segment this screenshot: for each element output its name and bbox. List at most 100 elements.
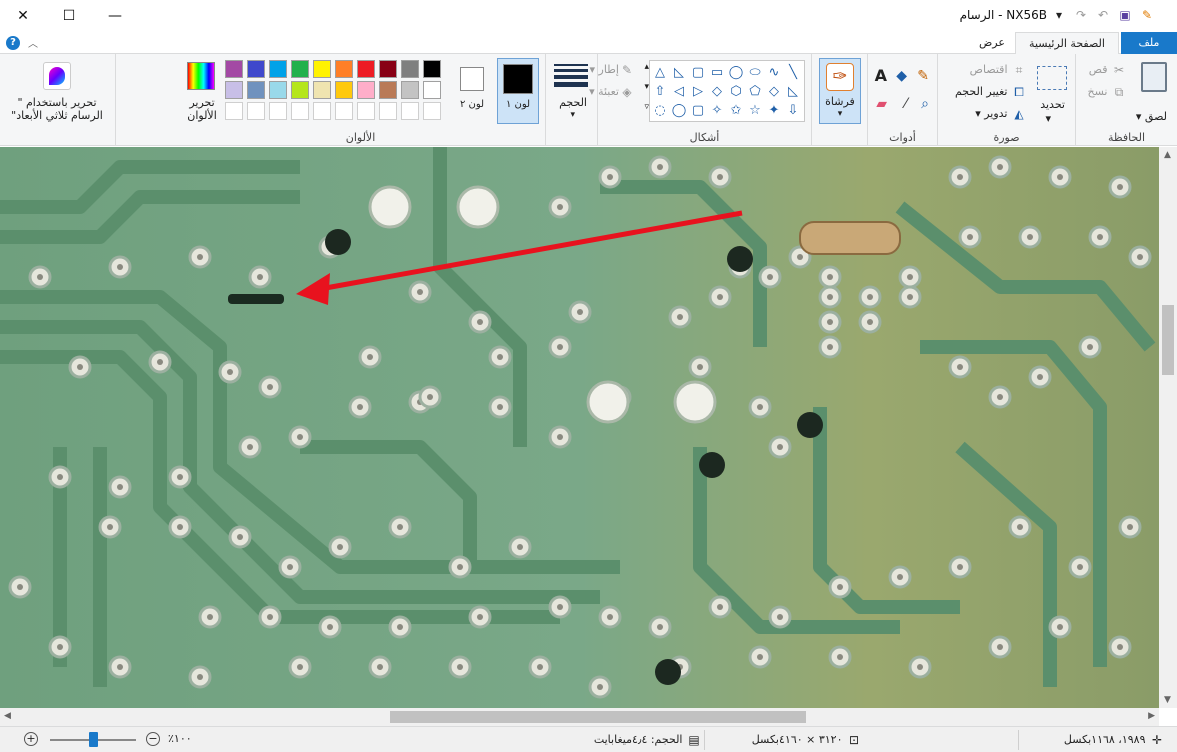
- palette-swatch[interactable]: [291, 60, 309, 78]
- shape-option[interactable]: ⬠: [746, 82, 764, 100]
- shapes-scroll-down-icon[interactable]: ▾: [644, 82, 649, 92]
- palette-swatch[interactable]: [225, 60, 243, 78]
- paste-button[interactable]: لصق ▾: [1136, 110, 1167, 123]
- cut-button[interactable]: ✂ قص: [1089, 62, 1127, 78]
- custom-color-slot[interactable]: [313, 102, 331, 120]
- palette-swatch[interactable]: [291, 81, 309, 99]
- vertical-scrollbar[interactable]: ▲ ▼: [1159, 147, 1177, 708]
- scroll-left-icon[interactable]: ◀: [4, 711, 11, 721]
- shape-option[interactable]: ◯: [727, 63, 745, 81]
- zoom-in-button[interactable]: +: [24, 732, 38, 746]
- palette-swatch[interactable]: [335, 81, 353, 99]
- palette-swatch[interactable]: [357, 60, 375, 78]
- custom-color-slot[interactable]: [357, 102, 375, 120]
- shape-option[interactable]: ◇: [765, 82, 783, 100]
- horizontal-scroll-thumb[interactable]: [390, 711, 806, 723]
- text-tool-icon[interactable]: A: [875, 66, 887, 85]
- custom-color-slot[interactable]: [401, 102, 419, 120]
- close-button[interactable]: ✕: [0, 0, 46, 32]
- rotate-button[interactable]: ◭ تدوير ▾: [975, 106, 1027, 122]
- magnifier-icon[interactable]: ⌕: [921, 96, 929, 112]
- scroll-up-icon[interactable]: ▲: [1164, 150, 1171, 160]
- brushes-button[interactable]: ✑ فرشاة ▾: [819, 58, 861, 124]
- select-dropdown-icon[interactable]: ▾: [1045, 112, 1051, 125]
- shape-option[interactable]: ◺: [784, 82, 802, 100]
- palette-swatch[interactable]: [423, 60, 441, 78]
- shapes-scroll-up-icon[interactable]: ▴: [644, 62, 649, 72]
- palette-swatch[interactable]: [247, 81, 265, 99]
- palette-swatch[interactable]: [269, 60, 287, 78]
- shape-option[interactable]: ⇧: [651, 82, 669, 100]
- shape-option[interactable]: ◺: [670, 63, 688, 81]
- paste-icon[interactable]: [1141, 62, 1167, 92]
- custom-color-slot[interactable]: [291, 102, 309, 120]
- palette-swatch[interactable]: [225, 81, 243, 99]
- copy-button[interactable]: ⧉ نسخ: [1088, 84, 1127, 100]
- shape-option[interactable]: ▷: [689, 82, 707, 100]
- edit-with-paint3d-button[interactable]: تحرير باستخدام " الرسام ثلاثي الأبعاد": [7, 60, 107, 136]
- color2-button[interactable]: لون ٢: [451, 58, 493, 124]
- vertical-scroll-thumb[interactable]: [1162, 305, 1174, 375]
- scroll-down-icon[interactable]: ▼: [1164, 695, 1171, 705]
- shape-option[interactable]: ◌: [651, 101, 669, 119]
- shape-option[interactable]: △: [651, 63, 669, 81]
- minimize-button[interactable]: —: [92, 0, 138, 32]
- shape-option[interactable]: ▢: [689, 101, 707, 119]
- palette-swatch[interactable]: [401, 60, 419, 78]
- shape-option[interactable]: ⬡: [727, 82, 745, 100]
- shape-option[interactable]: ☆: [746, 101, 764, 119]
- palette-swatch[interactable]: [379, 60, 397, 78]
- tab-view[interactable]: عرض: [969, 32, 1013, 54]
- select-icon[interactable]: [1037, 66, 1067, 90]
- undo-icon[interactable]: ↶: [1095, 7, 1111, 23]
- shape-option[interactable]: ◯: [670, 101, 688, 119]
- tab-file[interactable]: ملف: [1121, 32, 1177, 54]
- size-dropdown-icon[interactable]: ▾: [570, 110, 575, 120]
- shape-option[interactable]: ▭: [708, 63, 726, 81]
- shape-option[interactable]: ✩: [727, 101, 745, 119]
- zoom-out-button[interactable]: −: [146, 732, 160, 746]
- eraser-icon[interactable]: ▰: [876, 96, 887, 112]
- scroll-right-icon[interactable]: ▶: [1148, 711, 1155, 721]
- shape-option[interactable]: ◇: [708, 82, 726, 100]
- shapes-expand-icon[interactable]: ▿: [644, 102, 649, 112]
- help-icon[interactable]: ?: [6, 36, 20, 50]
- palette-swatch[interactable]: [401, 81, 419, 99]
- color-picker-icon[interactable]: ⁄: [905, 96, 907, 112]
- color1-button[interactable]: لون ١: [497, 58, 539, 124]
- redo-icon[interactable]: ↷: [1073, 7, 1089, 23]
- crop-button[interactable]: ⌗ اقتصاص: [970, 62, 1027, 78]
- custom-color-slot[interactable]: [335, 102, 353, 120]
- edit-colors-button[interactable]: تحرير الألوان: [183, 62, 221, 128]
- shape-option[interactable]: ✧: [708, 101, 726, 119]
- pencil-icon[interactable]: ✎: [917, 68, 929, 84]
- size-lines-icon[interactable]: [554, 64, 588, 90]
- save-icon[interactable]: ▣: [1117, 7, 1133, 23]
- palette-swatch[interactable]: [357, 81, 375, 99]
- drawing-canvas[interactable]: [0, 147, 1159, 708]
- custom-color-slot[interactable]: [225, 102, 243, 120]
- custom-color-slot[interactable]: [379, 102, 397, 120]
- fill-bucket-icon[interactable]: ◆: [896, 68, 907, 84]
- collapse-ribbon-icon[interactable]: ︿: [28, 35, 38, 50]
- palette-swatch[interactable]: [247, 60, 265, 78]
- shape-option[interactable]: ∿: [765, 63, 783, 81]
- shape-option[interactable]: ✦: [765, 101, 783, 119]
- horizontal-scrollbar[interactable]: ◀ ▶: [0, 708, 1159, 726]
- palette-swatch[interactable]: [313, 81, 331, 99]
- shape-option[interactable]: ╲: [784, 63, 802, 81]
- shape-option[interactable]: ◁: [670, 82, 688, 100]
- shape-option[interactable]: ⬭: [746, 63, 764, 81]
- palette-swatch[interactable]: [313, 60, 331, 78]
- qat-customize-icon[interactable]: ▾: [1051, 7, 1067, 23]
- custom-color-slot[interactable]: [269, 102, 287, 120]
- maximize-button[interactable]: ☐: [46, 0, 92, 32]
- palette-swatch[interactable]: [269, 81, 287, 99]
- palette-swatch[interactable]: [379, 81, 397, 99]
- shape-option[interactable]: ▢: [689, 63, 707, 81]
- select-button[interactable]: تحديد: [1040, 98, 1065, 111]
- palette-swatch[interactable]: [335, 60, 353, 78]
- tab-home[interactable]: الصفحة الرئيسية: [1015, 32, 1119, 55]
- resize-button[interactable]: ⧠ تغيير الحجم: [955, 84, 1027, 100]
- shape-option[interactable]: ⇩: [784, 101, 802, 119]
